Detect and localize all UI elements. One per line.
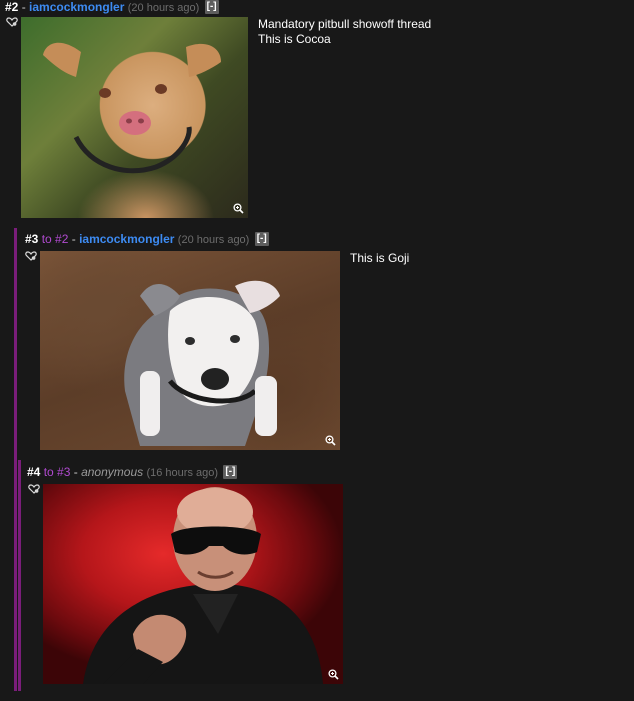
collapse-button[interactable]: [-] bbox=[254, 232, 269, 246]
zoom-icon[interactable] bbox=[328, 669, 339, 680]
reply-to-link[interactable]: #3 bbox=[57, 465, 70, 479]
heart-icon[interactable] bbox=[28, 484, 40, 494]
timestamp: (20 hours ago) bbox=[127, 2, 200, 14]
post-body: Mandatory pitbull showoff thread This is… bbox=[258, 17, 431, 47]
heart-icon[interactable] bbox=[25, 251, 37, 261]
username-link[interactable]: iamcockmongler bbox=[79, 232, 174, 246]
post-number[interactable]: #4 bbox=[27, 465, 40, 479]
post-image-man-sunglasses[interactable] bbox=[43, 484, 343, 684]
timestamp: (16 hours ago) bbox=[146, 467, 219, 479]
post-text-line: This is Cocoa bbox=[258, 32, 331, 46]
username-anonymous: anonymous bbox=[81, 465, 144, 479]
post-text-line: This is Goji bbox=[350, 251, 410, 265]
collapse-button[interactable]: [-] bbox=[223, 465, 238, 479]
dog-illustration bbox=[124, 280, 280, 446]
post-header: #2 - iamcockmongler (20 hours ago) [-] bbox=[5, 0, 219, 14]
post-number[interactable]: #3 bbox=[25, 232, 38, 246]
collapse-button[interactable]: [-] bbox=[204, 0, 219, 14]
post-image-dog-cocoa[interactable] bbox=[21, 17, 248, 218]
man-illustration bbox=[83, 487, 323, 684]
heart-icon[interactable] bbox=[6, 17, 18, 27]
post-body: This is Goji bbox=[350, 251, 409, 266]
zoom-icon[interactable] bbox=[325, 435, 336, 446]
thread-line-level-1 bbox=[14, 228, 17, 691]
username-link[interactable]: iamcockmongler bbox=[29, 0, 124, 14]
timestamp: (20 hours ago) bbox=[177, 234, 250, 246]
thread-line-level-2 bbox=[18, 460, 21, 691]
post-header: #4 to #3 - anonymous (16 hours ago) [-] bbox=[27, 465, 238, 479]
post-text-line: Mandatory pitbull showoff thread bbox=[258, 17, 432, 31]
dog-illustration bbox=[43, 42, 221, 174]
post-image-dog-goji[interactable] bbox=[40, 251, 340, 450]
reply-to-link[interactable]: #2 bbox=[55, 232, 68, 246]
post-header: #3 to #2 - iamcockmongler (20 hours ago)… bbox=[25, 232, 269, 246]
post-number[interactable]: #2 bbox=[5, 0, 18, 14]
zoom-icon[interactable] bbox=[233, 203, 244, 214]
